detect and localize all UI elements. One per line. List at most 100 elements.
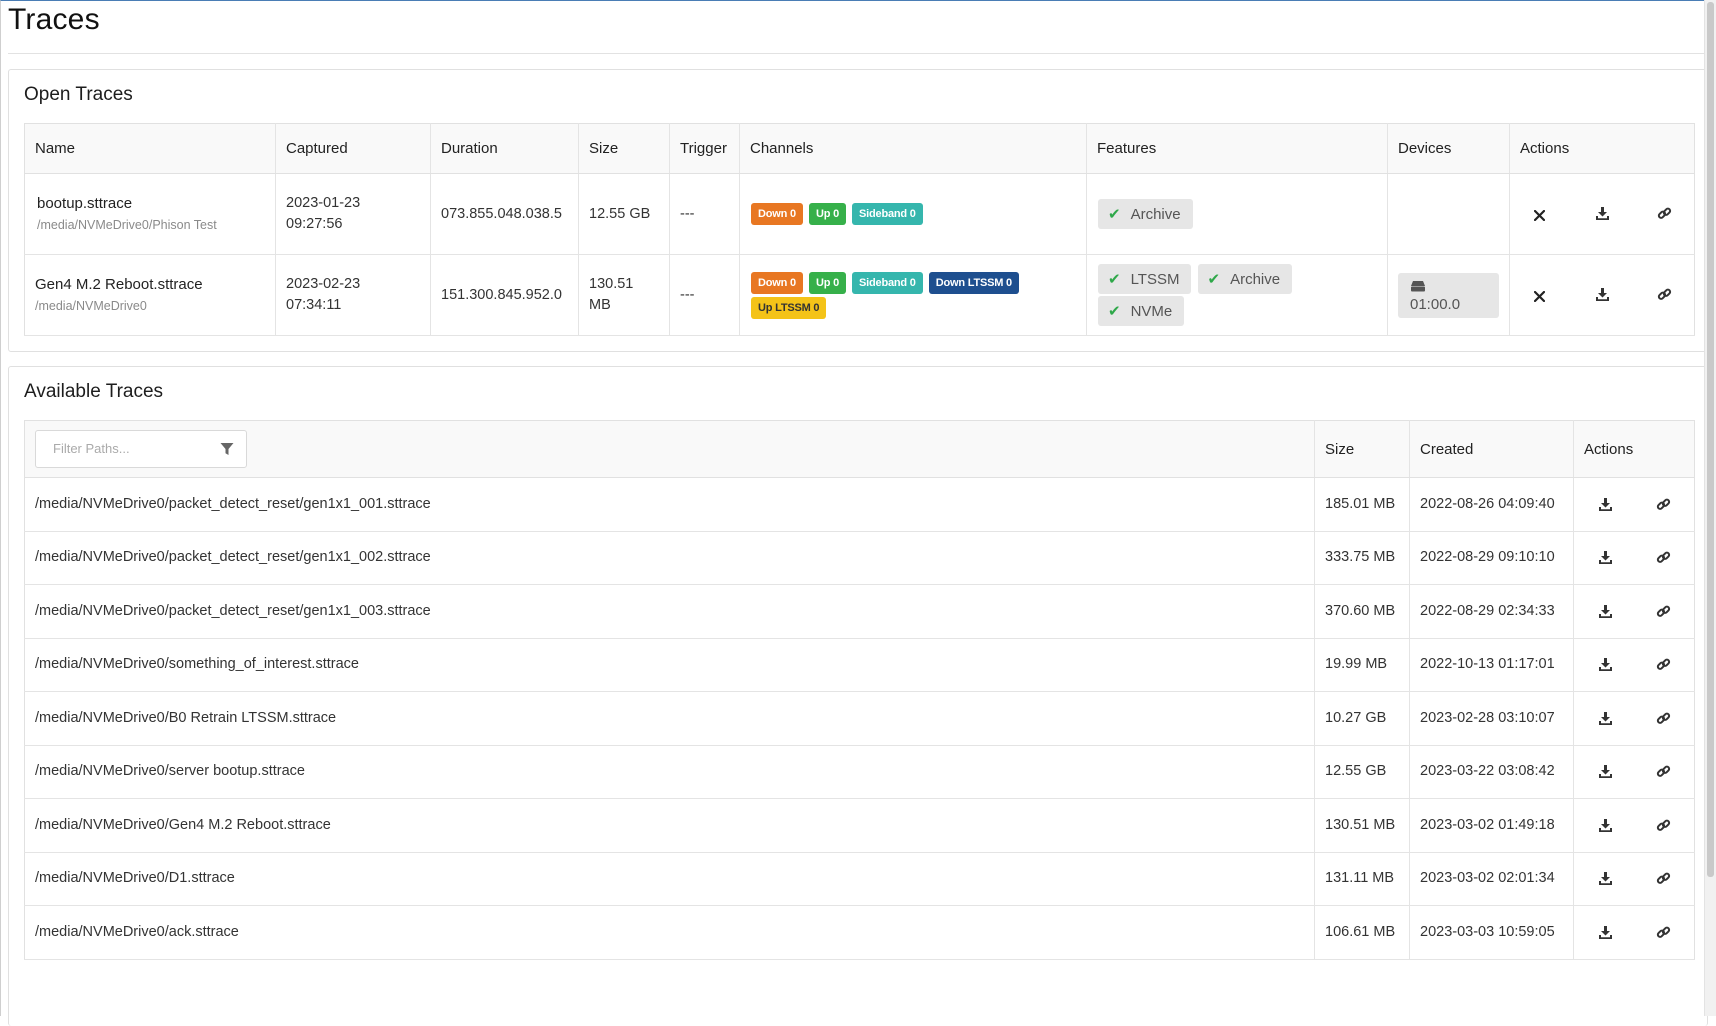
trace-path[interactable]: /media/NVMeDrive0/something_of_interest.… [24, 638, 1315, 692]
channel-badge-up: Up 0 [808, 203, 846, 225]
link-icon [1656, 926, 1670, 938]
captured-time: 09:27:56 [286, 216, 343, 232]
trace-size: 185.01 MB [1314, 477, 1410, 532]
filter-icon[interactable] [220, 442, 234, 456]
link-icon [1656, 498, 1670, 510]
link-icon [1656, 551, 1670, 564]
trace-size: 12.55 GB [578, 173, 670, 255]
link-button[interactable] [1634, 810, 1692, 840]
table-row[interactable]: /media/NVMeDrive0/ack.sttrace 106.61 MB 20… [24, 905, 1695, 960]
feature-label: Archive [1230, 270, 1281, 288]
trace-created: 2023-02-28 03:10:07 [1409, 691, 1574, 746]
col-created[interactable]: Created [1409, 420, 1574, 478]
trace-created: 2023-03-03 10:59:05 [1409, 905, 1574, 960]
drive-icon [1411, 280, 1425, 291]
link-icon [1657, 207, 1671, 219]
available-traces-table: Size Created Actions /media/NVMeDrive0/p… [24, 420, 1695, 960]
download-button[interactable] [1573, 279, 1631, 309]
col-size[interactable]: Size [578, 123, 670, 174]
download-icon [1598, 765, 1612, 779]
link-icon [1656, 765, 1670, 778]
trace-size: 333.75 MB [1314, 531, 1410, 585]
col-captured[interactable]: Captured [275, 123, 431, 174]
col-trigger[interactable]: Trigger [669, 123, 740, 174]
row-actions [1573, 584, 1695, 639]
download-button[interactable] [1576, 543, 1634, 573]
table-row[interactable]: /media/NVMeDrive0/something_of_interest.… [24, 638, 1695, 692]
download-button[interactable] [1576, 489, 1634, 519]
col-channels[interactable]: Channels [739, 123, 1087, 174]
vertical-scrollbar[interactable] [1704, 0, 1716, 1016]
device-cell-empty [1387, 173, 1510, 255]
filter-paths-field[interactable] [35, 430, 247, 468]
link-button[interactable] [1634, 757, 1692, 787]
download-button[interactable] [1576, 810, 1634, 840]
feature-label: LTSSM [1130, 270, 1180, 288]
trace-path[interactable]: /media/NVMeDrive0/server bootup.sttrace [24, 745, 1315, 799]
table-row[interactable]: /media/NVMeDrive0/server bootup.sttrace 1… [24, 745, 1695, 799]
col-duration[interactable]: Duration [430, 123, 579, 174]
trace-path[interactable]: /media/NVMeDrive0/ack.sttrace [24, 905, 1315, 960]
table-row[interactable]: /media/NVMeDrive0/B0 Retrain LTSSM.sttra… [24, 691, 1695, 746]
table-row[interactable]: /media/NVMeDrive0/Gen4 M.2 Reboot.sttrac… [24, 798, 1695, 853]
trace-size: 130.51 MB [1314, 798, 1410, 853]
scrollbar-thumb[interactable] [1707, 2, 1714, 877]
filter-paths-input[interactable] [51, 440, 201, 457]
trace-path[interactable]: /media/NVMeDrive0/packet_detect_reset/ge… [24, 531, 1315, 585]
link-button[interactable] [1634, 543, 1692, 573]
download-icon [1598, 551, 1612, 565]
download-button[interactable] [1576, 596, 1634, 626]
channel-badge-down: Down 0 [751, 203, 803, 225]
trace-created: 2022-08-29 02:34:33 [1409, 584, 1574, 639]
captured-date: 2023-01-23 [286, 195, 361, 211]
row-actions [1573, 798, 1695, 853]
link-button[interactable] [1635, 279, 1693, 309]
feature-nvme: ✔ NVMe [1098, 296, 1185, 326]
link-button[interactable] [1634, 703, 1692, 733]
col-name[interactable]: Name [24, 123, 276, 174]
open-traces-title: Open Traces [24, 84, 133, 105]
close-trace-button[interactable] [1511, 200, 1569, 230]
download-button[interactable] [1576, 703, 1634, 733]
table-row[interactable]: /media/NVMeDrive0/D1.sttrace 131.11 MB 202… [24, 852, 1695, 906]
link-button[interactable] [1634, 864, 1692, 894]
download-button[interactable] [1576, 650, 1634, 680]
trace-path[interactable]: /media/NVMeDrive0/packet_detect_reset/ge… [24, 584, 1315, 639]
table-row[interactable]: /media/NVMeDrive0/packet_detect_reset/ge… [24, 584, 1695, 639]
available-traces-card: Available Traces Size Created Actions /m… [8, 366, 1708, 1026]
download-button[interactable] [1573, 198, 1631, 228]
link-button[interactable] [1634, 489, 1692, 519]
trace-trigger: --- [669, 254, 740, 336]
col-devices[interactable]: Devices [1387, 123, 1510, 174]
trace-created: 2022-08-29 09:10:10 [1409, 531, 1574, 585]
download-icon [1598, 604, 1612, 618]
device-chip[interactable]: 01:00.0 [1398, 272, 1499, 318]
link-button[interactable] [1635, 198, 1693, 228]
open-traces-card: Open Traces Name Captured Duration Size … [8, 69, 1708, 352]
table-row[interactable]: /media/NVMeDrive0/packet_detect_reset/ge… [24, 477, 1695, 532]
trace-size: 131.11 MB [1314, 852, 1410, 906]
trace-path[interactable]: /media/NVMeDrive0/D1.sttrace [24, 852, 1315, 906]
feature-ltssm: ✔ LTSSM [1098, 264, 1192, 294]
link-button[interactable] [1634, 917, 1692, 947]
download-button[interactable] [1576, 917, 1634, 947]
trace-path[interactable]: /media/NVMeDrive0/packet_detect_reset/ge… [24, 477, 1315, 532]
table-row[interactable]: /media/NVMeDrive0/packet_detect_reset/ge… [24, 531, 1695, 585]
close-trace-button[interactable] [1511, 281, 1569, 311]
download-button[interactable] [1576, 757, 1634, 787]
link-icon [1656, 872, 1670, 885]
trace-path[interactable]: /media/NVMeDrive0/Gen4 M.2 Reboot.sttrac… [24, 798, 1315, 853]
channel-badge-down-ltssm: Down LTSSM 0 [928, 272, 1019, 294]
trace-size: 10.27 GB [1314, 691, 1410, 746]
link-button[interactable] [1634, 596, 1692, 626]
link-button[interactable] [1634, 650, 1692, 680]
trace-duration: 151.300.845.952.0 [430, 254, 579, 336]
trace-path[interactable]: /media/NVMeDrive0/B0 Retrain LTSSM.sttra… [24, 691, 1315, 746]
trace-duration: 073.855.048.038.5 [430, 173, 579, 255]
col-features[interactable]: Features [1086, 123, 1388, 174]
download-icon [1598, 711, 1612, 725]
col-size[interactable]: Size [1314, 420, 1410, 478]
link-icon [1656, 658, 1670, 671]
check-icon: ✔ [1108, 205, 1121, 223]
download-button[interactable] [1576, 864, 1634, 894]
